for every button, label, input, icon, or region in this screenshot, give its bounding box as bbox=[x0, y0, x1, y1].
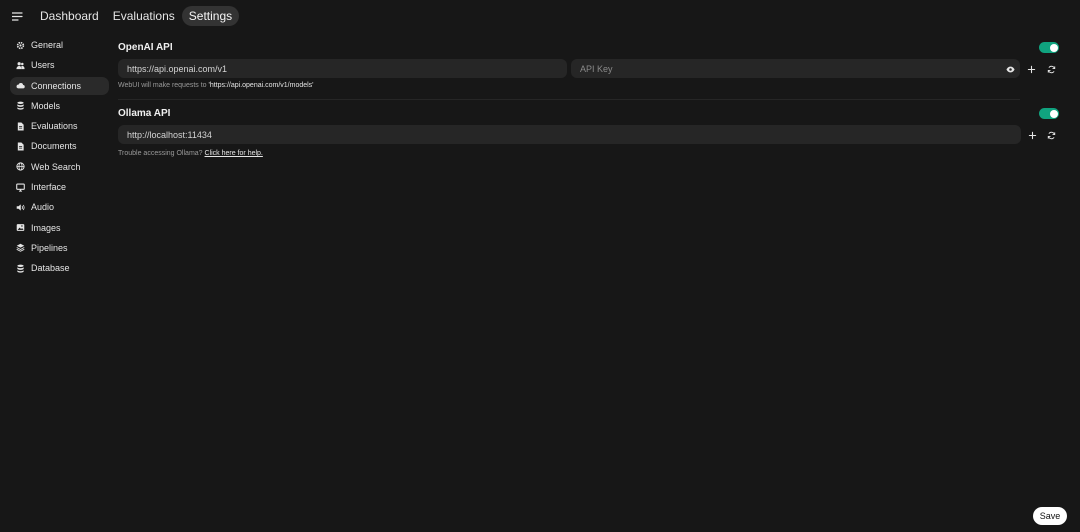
sidebar-item-documents[interactable]: Documents bbox=[10, 137, 109, 155]
sidebar-item-users[interactable]: Users bbox=[10, 56, 109, 74]
tab-dashboard[interactable]: Dashboard bbox=[33, 6, 106, 26]
openai-hint: WebUI will make requests to 'https://api… bbox=[118, 82, 314, 89]
ollama-url-input[interactable]: http://localhost:11434 bbox=[118, 125, 1021, 144]
image-icon bbox=[16, 223, 25, 232]
toggle-knob bbox=[1049, 109, 1058, 118]
document-icon bbox=[16, 122, 25, 131]
ollama-hint-prefix: Trouble accessing Ollama? bbox=[118, 150, 205, 157]
sidebar-item-general[interactable]: General bbox=[10, 36, 109, 54]
refresh-icon bbox=[1047, 65, 1055, 73]
users-icon bbox=[16, 61, 25, 70]
sidebar-item-pipelines[interactable]: Pipelines bbox=[10, 239, 109, 257]
openai-url-input[interactable]: https://api.openai.com/v1 bbox=[118, 59, 567, 78]
document-icon bbox=[16, 142, 25, 151]
openai-hint-prefix: WebUI will make requests to bbox=[118, 82, 209, 89]
save-button[interactable]: Save bbox=[1033, 507, 1067, 525]
layers-icon bbox=[16, 243, 25, 253]
sidebar-item-audio[interactable]: Audio bbox=[10, 198, 109, 216]
settings-sidebar: General Users Connections Models Evaluat… bbox=[10, 36, 109, 280]
sidebar-item-label: Database bbox=[31, 263, 70, 274]
sidebar-item-label: Evaluations bbox=[31, 121, 78, 132]
openai-api-title: OpenAI API bbox=[118, 42, 173, 53]
globe-icon bbox=[16, 162, 25, 171]
refresh-openai-button[interactable] bbox=[1045, 63, 1057, 75]
gear-icon bbox=[16, 41, 25, 50]
sidebar-item-label: Audio bbox=[31, 202, 55, 213]
sidebar-item-label: Interface bbox=[31, 182, 67, 193]
monitor-icon bbox=[16, 183, 25, 192]
sidebar-item-label: General bbox=[31, 40, 64, 50]
sidebar-item-label: Users bbox=[31, 60, 55, 71]
sidebar-item-interface[interactable]: Interface bbox=[10, 178, 109, 196]
sidebar-item-database[interactable]: Database bbox=[10, 259, 109, 277]
ollama-api-title: Ollama API bbox=[118, 108, 171, 119]
refresh-ollama-button[interactable] bbox=[1045, 129, 1057, 141]
openai-hint-url: 'https://api.openai.com/v1/models' bbox=[208, 82, 314, 89]
menu-icon[interactable] bbox=[10, 9, 24, 23]
sidebar-item-evaluations[interactable]: Evaluations bbox=[10, 117, 109, 135]
top-bar: Dashboard Evaluations Settings bbox=[0, 0, 1080, 32]
sidebar-item-label: Documents bbox=[31, 141, 77, 152]
sidebar-item-web-search[interactable]: Web Search bbox=[10, 158, 109, 176]
cloud-icon bbox=[16, 81, 25, 90]
database-icon bbox=[16, 264, 25, 273]
sidebar-item-label: Connections bbox=[31, 80, 82, 91]
plus-icon bbox=[1028, 131, 1036, 139]
plus-icon bbox=[1027, 65, 1035, 73]
openai-api-key-input[interactable]: API Key bbox=[571, 59, 1020, 78]
ollama-hint: Trouble accessing Ollama? Click here for… bbox=[118, 150, 263, 157]
refresh-icon bbox=[1047, 131, 1055, 139]
sidebar-item-label: Models bbox=[31, 100, 61, 111]
sidebar-item-models[interactable]: Models bbox=[10, 97, 109, 115]
sidebar-item-label: Web Search bbox=[31, 161, 81, 172]
tab-settings[interactable]: Settings bbox=[181, 6, 240, 26]
ollama-api-toggle[interactable] bbox=[1039, 108, 1059, 119]
section-divider bbox=[118, 99, 1020, 100]
add-ollama-connection-button[interactable] bbox=[1026, 129, 1038, 141]
openai-api-toggle[interactable] bbox=[1039, 42, 1059, 53]
sidebar-item-connections[interactable]: Connections bbox=[10, 76, 109, 95]
sidebar-item-images[interactable]: Images bbox=[10, 219, 109, 237]
top-nav-tabs: Dashboard Evaluations Settings bbox=[33, 6, 240, 26]
ollama-help-link[interactable]: Click here for help. bbox=[205, 150, 263, 157]
eye-icon[interactable] bbox=[1004, 63, 1016, 75]
sidebar-item-label: Pipelines bbox=[31, 242, 68, 253]
sidebar-item-label: Images bbox=[31, 222, 61, 233]
tab-evaluations[interactable]: Evaluations bbox=[106, 6, 182, 26]
database-icon bbox=[16, 101, 25, 111]
speaker-icon bbox=[16, 203, 25, 212]
toggle-knob bbox=[1049, 43, 1058, 52]
add-openai-connection-button[interactable] bbox=[1025, 63, 1037, 75]
